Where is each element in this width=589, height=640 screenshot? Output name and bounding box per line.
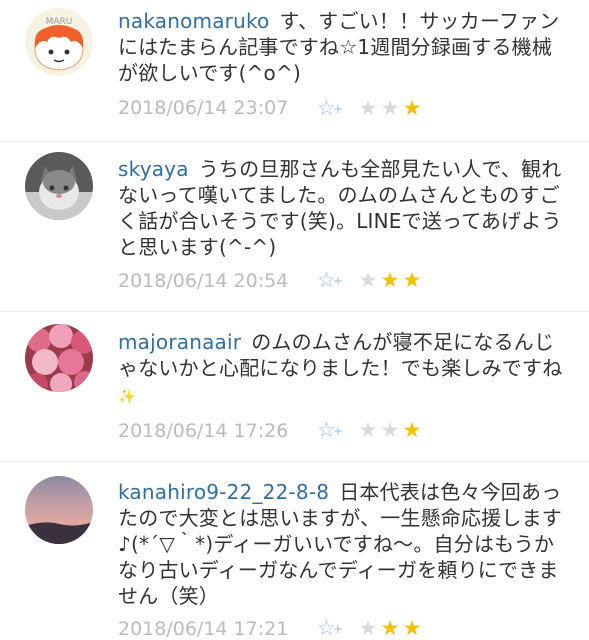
divider xyxy=(0,311,589,312)
star-icon: ★ xyxy=(402,616,422,640)
comment-date: 2018/06/14 17:26 xyxy=(118,420,289,442)
comment-body: majoranaair のムのムさんが寝不足になるんじゃないかと心配になりました！… xyxy=(118,329,568,410)
comment-body: nakanomaruko す、すごい！！サッカーファンにはたまらん記事ですね☆1週… xyxy=(118,8,568,86)
comment-date: 2018/06/14 20:54 xyxy=(118,270,289,292)
username-link[interactable]: kanahiro9-22_22-8-8 xyxy=(118,480,329,504)
user-avatar[interactable] xyxy=(25,152,93,220)
sparkle-icon: ✨ xyxy=(118,389,136,405)
star-rating: ☆ + ★ ★ ★ xyxy=(317,616,423,640)
username-link[interactable]: nakanomaruko xyxy=(118,9,269,33)
user-avatar[interactable] xyxy=(25,324,93,392)
star-icon: ★ xyxy=(380,268,400,292)
cat-avatar xyxy=(25,152,93,220)
comment-date: 2018/06/14 23:07 xyxy=(118,97,289,119)
star-icon: ★ xyxy=(380,96,400,120)
divider xyxy=(0,141,589,142)
star-icon: ★ xyxy=(358,418,378,442)
username-link[interactable]: skyaya xyxy=(118,157,189,181)
star-rating: ☆ + ★ ★ ★ xyxy=(317,268,423,292)
username-link[interactable]: majoranaair xyxy=(118,330,241,354)
comment-body: kanahiro9-22_22-8-8 日本代表は色々今回あったので大変とは思いま… xyxy=(118,479,568,609)
roses-avatar xyxy=(25,324,93,392)
star-icon: ★ xyxy=(358,96,378,120)
add-star-icon[interactable]: ☆ + xyxy=(317,96,357,120)
star-rating: ☆ + ★ ★ ★ xyxy=(317,418,423,442)
user-avatar[interactable] xyxy=(25,476,93,544)
star-rating: ☆ + ★ ★ ★ xyxy=(317,96,423,120)
user-avatar[interactable]: MARU xyxy=(25,8,93,76)
star-icon: ★ xyxy=(402,96,422,120)
star-icon: ★ xyxy=(380,616,400,640)
maru-face-avatar: MARU xyxy=(25,8,93,76)
star-icon: ★ xyxy=(358,268,378,292)
comment-date: 2018/06/14 17:21 xyxy=(118,618,289,640)
divider xyxy=(0,461,589,462)
add-star-icon[interactable]: ☆ + xyxy=(317,616,357,640)
star-icon: ★ xyxy=(402,418,422,442)
add-star-icon[interactable]: ☆ + xyxy=(317,418,357,442)
star-icon: ★ xyxy=(380,418,400,442)
add-star-icon[interactable]: ☆ + xyxy=(317,268,357,292)
sunset-avatar xyxy=(25,476,93,544)
star-icon: ★ xyxy=(358,616,378,640)
star-icon: ★ xyxy=(402,268,422,292)
comment-body: skyaya うちの旦那さんも全部見たい人で、観れないって嘆いてました。のムのムさ… xyxy=(118,156,568,260)
